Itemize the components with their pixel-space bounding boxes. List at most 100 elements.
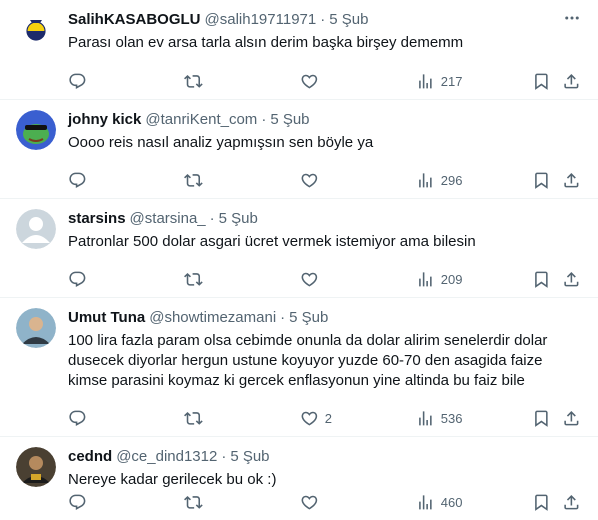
share-button[interactable] bbox=[562, 170, 581, 190]
bookmark-button[interactable] bbox=[532, 408, 551, 428]
views-icon bbox=[419, 410, 432, 426]
like-icon bbox=[301, 74, 318, 89]
retweet-icon bbox=[184, 272, 203, 286]
like-button[interactable] bbox=[300, 71, 325, 91]
like-icon bbox=[301, 272, 318, 287]
tweet-actions: 209 bbox=[0, 261, 598, 297]
avatar[interactable] bbox=[16, 110, 56, 150]
tweet-actions: 296 bbox=[0, 162, 598, 198]
share-icon bbox=[564, 172, 579, 188]
frog-avatar-icon bbox=[16, 110, 56, 150]
author-name[interactable]: starsins bbox=[68, 209, 126, 229]
views-button[interactable]: 460 bbox=[416, 492, 462, 512]
author-name[interactable]: johny kick bbox=[68, 110, 141, 130]
tweet[interactable]: SalihKASABOGLU @salih19711971 · 5 Şub Pa… bbox=[0, 0, 598, 100]
like-icon bbox=[301, 411, 318, 426]
tweet[interactable]: Umut Tuna @showtimezamani · 5 Şub 100 li… bbox=[0, 298, 598, 437]
tweet-text: Patronlar 500 dolar asgari ücret vermek … bbox=[68, 232, 582, 252]
reply-button[interactable] bbox=[68, 408, 93, 428]
views-button[interactable]: 217 bbox=[416, 71, 462, 91]
avatar[interactable] bbox=[16, 10, 56, 50]
bookmark-button[interactable] bbox=[532, 492, 551, 512]
share-button[interactable] bbox=[562, 71, 581, 91]
views-icon bbox=[419, 494, 432, 510]
team-logo-icon bbox=[16, 10, 56, 50]
views-count: 536 bbox=[440, 410, 463, 426]
tweet-text-line: Oooo reis nasıl analiz yapmışsın sen böy… bbox=[68, 134, 374, 151]
like-icon bbox=[301, 173, 318, 188]
like-icon bbox=[301, 495, 318, 510]
retweet-button[interactable] bbox=[184, 408, 209, 428]
tweet-actions: 2 536 bbox=[0, 400, 598, 436]
photo-avatar-icon bbox=[16, 447, 56, 487]
views-icon bbox=[419, 172, 432, 188]
separator-dot: · bbox=[280, 309, 286, 326]
like-button[interactable] bbox=[300, 170, 325, 190]
reply-button[interactable] bbox=[68, 71, 93, 91]
timestamp[interactable]: 5 Şub bbox=[230, 447, 269, 467]
tweet-text-line: Patronlar 500 dolar asgari ücret vermek … bbox=[68, 233, 476, 250]
retweet-button[interactable] bbox=[184, 492, 209, 512]
reply-button[interactable] bbox=[68, 492, 93, 512]
bookmark-button[interactable] bbox=[532, 170, 551, 190]
views-button[interactable]: 536 bbox=[416, 408, 462, 428]
author-handle[interactable]: @starsina_ bbox=[130, 209, 206, 229]
tweet-text-line: 100 lira fazla param olsa cebimde onunla… bbox=[68, 332, 548, 349]
timestamp[interactable]: 5 Şub bbox=[329, 10, 368, 30]
author-name[interactable]: SalihKASABOGLU bbox=[68, 10, 201, 30]
like-button[interactable] bbox=[300, 269, 325, 289]
author-handle[interactable]: @ce_dind1312 bbox=[116, 447, 217, 467]
like-count: 2 bbox=[324, 410, 332, 426]
retweet-button[interactable] bbox=[184, 170, 209, 190]
author-handle[interactable]: @tanriKent_com bbox=[145, 110, 257, 130]
share-icon bbox=[564, 494, 579, 510]
avatar[interactable] bbox=[16, 447, 56, 487]
reply-icon bbox=[69, 271, 86, 287]
tweet-text-line: Parası olan ev arsa tarla alsın derim ba… bbox=[68, 34, 464, 51]
separator-dot: · bbox=[320, 11, 326, 28]
like-button[interactable]: 2 bbox=[300, 408, 332, 428]
share-icon bbox=[564, 73, 579, 89]
retweet-icon bbox=[184, 173, 203, 187]
timestamp[interactable]: 5 Şub bbox=[219, 209, 258, 229]
tweet[interactable]: johny kick @tanriKent_com · 5 Şub Oooo r… bbox=[0, 100, 598, 199]
tweet[interactable]: cednd @ce_dind1312 · 5 Şub Nereye kadar … bbox=[0, 437, 598, 520]
bookmark-icon bbox=[535, 172, 548, 189]
more-icon[interactable] bbox=[562, 8, 582, 28]
retweet-button[interactable] bbox=[184, 269, 209, 289]
views-count: 209 bbox=[440, 271, 463, 287]
tweet-actions: 460 bbox=[0, 484, 598, 520]
separator-dot: · bbox=[221, 448, 227, 465]
reply-button[interactable] bbox=[68, 170, 93, 190]
share-button[interactable] bbox=[562, 492, 581, 512]
bookmark-icon bbox=[535, 271, 548, 288]
separator-dot: · bbox=[261, 111, 267, 128]
views-button[interactable]: 209 bbox=[416, 269, 462, 289]
bookmark-icon bbox=[535, 410, 548, 427]
reply-icon bbox=[69, 494, 86, 510]
default-avatar-icon bbox=[16, 209, 56, 249]
bookmark-button[interactable] bbox=[532, 269, 551, 289]
retweet-button[interactable] bbox=[184, 71, 209, 91]
bookmark-icon bbox=[535, 494, 548, 511]
bookmark-button[interactable] bbox=[532, 71, 551, 91]
author-handle[interactable]: @showtimezamani bbox=[149, 308, 276, 328]
views-button[interactable]: 296 bbox=[416, 170, 462, 190]
timestamp[interactable]: 5 Şub bbox=[270, 110, 309, 130]
retweet-icon bbox=[184, 411, 203, 425]
share-icon bbox=[564, 271, 579, 287]
separator-dot: · bbox=[209, 210, 215, 227]
avatar[interactable] bbox=[16, 209, 56, 249]
retweet-icon bbox=[184, 495, 203, 509]
avatar[interactable] bbox=[16, 308, 56, 348]
reply-button[interactable] bbox=[68, 269, 93, 289]
timestamp[interactable]: 5 Şub bbox=[289, 308, 328, 328]
author-name[interactable]: Umut Tuna bbox=[68, 308, 145, 328]
author-handle[interactable]: @salih19711971 bbox=[205, 10, 317, 30]
like-button[interactable] bbox=[300, 492, 325, 512]
author-name[interactable]: cednd bbox=[68, 447, 112, 467]
tweet[interactable]: starsins @starsina_ · 5 Şub Patronlar 50… bbox=[0, 199, 598, 298]
views-count: 460 bbox=[440, 494, 463, 510]
share-button[interactable] bbox=[562, 408, 581, 428]
share-button[interactable] bbox=[562, 269, 581, 289]
